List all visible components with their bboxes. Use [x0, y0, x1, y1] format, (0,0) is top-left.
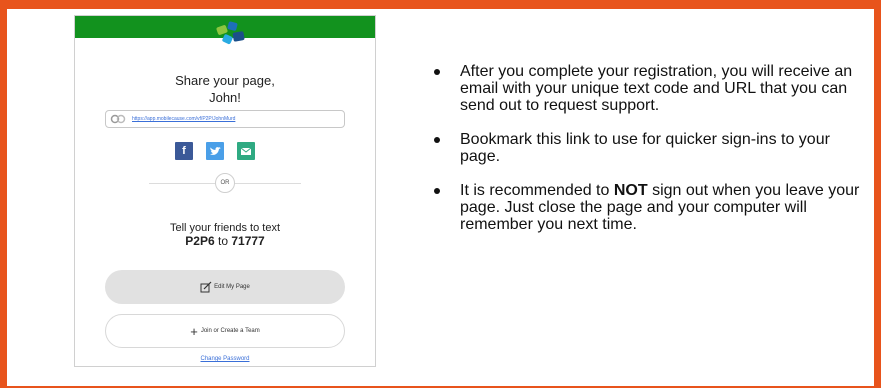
bullet-icon: [434, 137, 440, 143]
facebook-share-button[interactable]: f: [175, 142, 193, 160]
bullet-text: Bookmark this link to use for quicker si…: [460, 131, 830, 165]
facebook-icon: f: [182, 145, 186, 157]
share-url-field[interactable]: https://app.mobilecause.com/vf/P2P/JohnM…: [105, 110, 345, 128]
bullet-text-bold: NOT: [613, 182, 648, 199]
mobilecause-logo-icon: [216, 21, 245, 45]
join-create-team-button[interactable]: + Join or Create a Team: [105, 314, 345, 348]
edit-my-page-label: Edit My Page: [214, 284, 250, 290]
to-word: to: [217, 234, 228, 248]
short-code-number: 71777: [231, 234, 265, 248]
edit-icon: [200, 281, 212, 293]
list-item: It is recommended to NOT sign out when y…: [434, 182, 864, 233]
share-title-line2: John!: [209, 90, 241, 105]
list-item: Bookmark this link to use for quicker si…: [434, 131, 864, 165]
or-divider: OR: [149, 173, 301, 193]
plus-icon: +: [190, 323, 198, 339]
share-title-line1: Share your page,: [175, 73, 275, 88]
twitter-icon: [209, 146, 221, 155]
bullet-text: After you complete your registration, yo…: [460, 63, 853, 114]
envelope-icon: [241, 147, 251, 155]
list-item: After you complete your registration, yo…: [434, 63, 864, 114]
change-password-link[interactable]: Change Password: [75, 356, 375, 362]
social-share-buttons: f: [175, 142, 268, 160]
text-code: P2P6: [185, 234, 215, 248]
join-create-team-label: Join or Create a Team: [200, 328, 260, 334]
instruction-list: After you complete your registration, yo…: [434, 63, 864, 250]
link-icon: [110, 114, 126, 124]
email-share-button[interactable]: [237, 142, 255, 160]
bullet-icon: [434, 69, 440, 75]
bullet-text-pre: It is recommended to: [460, 182, 614, 199]
share-url-link[interactable]: https://app.mobilecause.com/vf/P2P/JohnM…: [132, 116, 235, 122]
share-title: Share your page, John!: [75, 72, 375, 106]
or-label: OR: [215, 173, 235, 193]
twitter-share-button[interactable]: [206, 142, 224, 160]
text-code-line: P2P6 to 71777: [75, 234, 375, 248]
edit-my-page-button[interactable]: Edit My Page: [105, 270, 345, 304]
bullet-icon: [434, 188, 440, 194]
page-mockup: Share your page, John! https://app.mobil…: [74, 15, 376, 367]
